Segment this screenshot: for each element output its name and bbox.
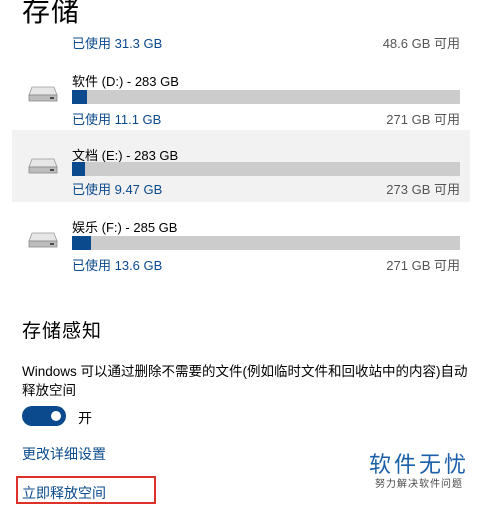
drive-item-e[interactable]: 文档 (E:) - 283 GB 已使用 9.47 GB 273 GB 可用 bbox=[12, 130, 470, 202]
drive-usage-fill bbox=[72, 236, 91, 250]
drive-usage-fill bbox=[72, 162, 85, 176]
toggle-state-label: 开 bbox=[78, 410, 92, 426]
drive-free-label: 271 GB 可用 bbox=[386, 112, 460, 127]
watermark-logo: 软件无忧 努力解决软件问题 bbox=[366, 452, 472, 492]
change-settings-link[interactable]: 更改详细设置 bbox=[22, 444, 106, 464]
drive-usage-bar[interactable] bbox=[72, 162, 460, 176]
drive-c-free-label: 48.6 GB 可用 bbox=[382, 36, 460, 51]
drive-usage-bar[interactable] bbox=[72, 236, 460, 250]
toggle-knob bbox=[51, 411, 61, 421]
drive-item-f[interactable]: 娱乐 (F:) - 285 GB 已使用 13.6 GB 271 GB 可用 bbox=[12, 210, 470, 282]
storage-settings-page: 存储 已使用 31.3 GB 48.6 GB 可用 软件 (D:) - 283 … bbox=[0, 0, 488, 510]
hard-drive-icon bbox=[28, 232, 58, 248]
hard-drive-icon bbox=[28, 86, 58, 102]
drive-c-used-label: 已使用 31.3 GB bbox=[72, 36, 163, 51]
drive-used-label: 已使用 11.1 GB bbox=[72, 112, 162, 127]
watermark-main-text: 软件无忧 bbox=[368, 452, 469, 477]
drive-used-label: 已使用 13.6 GB bbox=[72, 258, 163, 273]
drive-usage-fill bbox=[72, 90, 88, 104]
drive-free-label: 271 GB 可用 bbox=[386, 258, 460, 273]
drive-item-d[interactable]: 软件 (D:) - 283 GB 已使用 11.1 GB 271 GB 可用 bbox=[12, 64, 470, 136]
drive-usage-bar[interactable] bbox=[72, 90, 460, 104]
page-title: 存储 bbox=[22, 0, 81, 27]
storage-sense-description: Windows 可以通过删除不需要的文件(例如临时文件和回收站中的内容)自动释放… bbox=[22, 364, 468, 398]
drive-name: 软件 (D:) - 283 GB bbox=[72, 74, 179, 89]
hard-drive-icon bbox=[28, 158, 58, 174]
storage-sense-toggle[interactable] bbox=[22, 406, 66, 426]
drive-free-label: 273 GB 可用 bbox=[386, 182, 460, 197]
storage-sense-title: 存储感知 bbox=[22, 321, 103, 342]
drive-name: 娱乐 (F:) - 285 GB bbox=[72, 220, 178, 235]
watermark-sub-text: 努力解决软件问题 bbox=[375, 479, 463, 490]
highlight-annotation-box bbox=[16, 476, 156, 504]
drive-used-label: 已使用 9.47 GB bbox=[72, 182, 163, 197]
